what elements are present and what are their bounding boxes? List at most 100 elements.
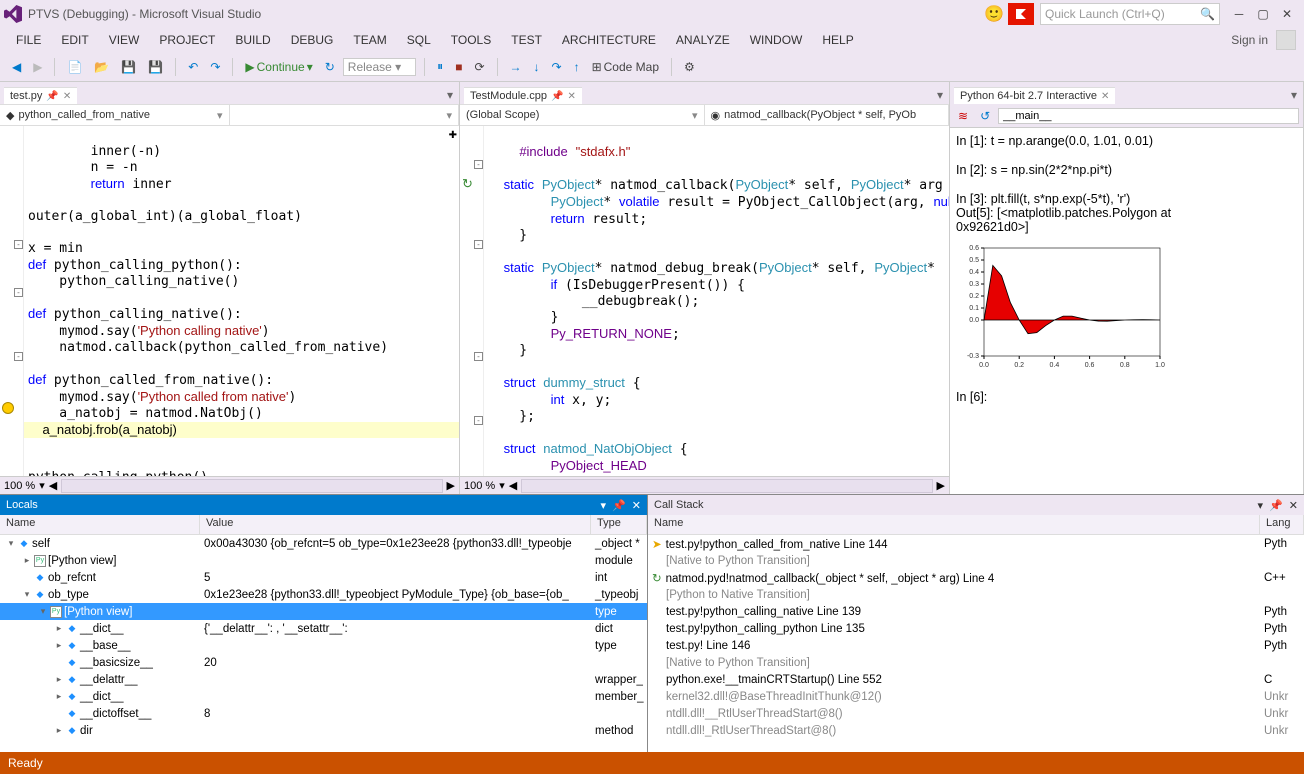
locals-row[interactable]: ▸◆__dict__member_ bbox=[0, 688, 647, 705]
code-editor-left[interactable]: ✚ inner(-n) n = -n return inner outer(a_… bbox=[0, 126, 459, 476]
tab-test-py[interactable]: test.py 📌 ✕ bbox=[4, 87, 77, 104]
menu-project[interactable]: PROJECT bbox=[151, 31, 223, 49]
menu-debug[interactable]: DEBUG bbox=[283, 31, 342, 49]
hscrollbar[interactable] bbox=[521, 479, 932, 493]
callstack-row[interactable]: kernel32.dll!@BaseThreadInitThunk@12()Un… bbox=[648, 688, 1304, 705]
locals-row[interactable]: ▾◆self0x00a43030 {ob_refcnt=5 ob_type=0x… bbox=[0, 535, 647, 552]
dropdown-icon[interactable]: ▾ bbox=[1258, 499, 1264, 512]
menu-test[interactable]: TEST bbox=[503, 31, 550, 49]
pin-icon[interactable]: 📌 bbox=[551, 91, 563, 102]
scroll-right-icon[interactable]: ▶ bbox=[937, 479, 945, 492]
show-next-stmt-button[interactable]: → bbox=[506, 58, 526, 76]
tab-dropdown-icon[interactable]: ▾ bbox=[441, 86, 459, 104]
step-over-button[interactable]: ↷ bbox=[548, 58, 566, 76]
pin-icon[interactable]: 📌 bbox=[612, 499, 626, 512]
continue-button[interactable]: ▶ Continue ▾ bbox=[241, 58, 316, 76]
menu-team[interactable]: TEAM bbox=[345, 31, 394, 49]
menu-window[interactable]: WINDOW bbox=[742, 31, 811, 49]
signin-link[interactable]: Sign in bbox=[1231, 33, 1268, 47]
tab-interactive[interactable]: Python 64-bit 2.7 Interactive ✕ bbox=[954, 87, 1115, 104]
step-into-button[interactable]: ↓ bbox=[530, 58, 544, 76]
menu-build[interactable]: BUILD bbox=[227, 31, 278, 49]
feedback-flag-button[interactable] bbox=[1008, 3, 1034, 25]
restart-button[interactable]: ↻ bbox=[321, 58, 339, 76]
locals-row[interactable]: ▾Py[Python view]type bbox=[0, 603, 647, 620]
nav-member-left[interactable]: ▾ bbox=[230, 105, 460, 125]
close-icon[interactable]: ✕ bbox=[632, 499, 641, 512]
callstack-row[interactable]: test.py!python_calling_native Line 139Py… bbox=[648, 603, 1304, 620]
pin-icon[interactable]: 📌 bbox=[1269, 499, 1283, 512]
nav-scope-mid[interactable]: (Global Scope)▾ bbox=[460, 105, 705, 125]
tab-dropdown-icon[interactable]: ▾ bbox=[1285, 86, 1303, 104]
callstack-row[interactable]: test.py! Line 146Pyth bbox=[648, 637, 1304, 654]
tab-testmodule-cpp[interactable]: TestModule.cpp 📌 ✕ bbox=[464, 87, 582, 104]
col-name[interactable]: Name bbox=[0, 515, 200, 534]
col-type[interactable]: Type bbox=[591, 515, 647, 534]
feedback-smile-icon[interactable]: 🙂 bbox=[984, 4, 1004, 24]
save-all-button[interactable]: 💾 bbox=[144, 58, 167, 76]
close-icon[interactable]: ✕ bbox=[568, 91, 576, 102]
menu-analyze[interactable]: ANALYZE bbox=[668, 31, 738, 49]
callstack-row[interactable]: test.py!python_calling_python Line 135Py… bbox=[648, 620, 1304, 637]
callstack-row[interactable]: python.exe!__tmainCRTStartup() Line 552C bbox=[648, 671, 1304, 688]
new-project-button[interactable]: 📄 bbox=[63, 58, 86, 76]
callstack-row[interactable]: ↻natmod.pyd!natmod_callback(_object * se… bbox=[648, 569, 1304, 586]
locals-row[interactable]: ◆ob_refcnt5int bbox=[0, 569, 647, 586]
menu-tools[interactable]: TOOLS bbox=[443, 31, 499, 49]
locals-grid[interactable]: ▾◆self0x00a43030 {ob_refcnt=5 ob_type=0x… bbox=[0, 535, 647, 752]
hscrollbar[interactable] bbox=[61, 479, 442, 493]
avatar[interactable] bbox=[1276, 30, 1296, 50]
scroll-left-icon[interactable]: ◀ bbox=[49, 479, 57, 492]
close-icon[interactable]: ✕ bbox=[1289, 499, 1298, 512]
interactive-repl[interactable]: In [1]: t = np.arange(0.0, 1.01, 0.01) I… bbox=[950, 128, 1303, 494]
close-icon[interactable]: ✕ bbox=[1101, 91, 1109, 102]
menu-view[interactable]: VIEW bbox=[101, 31, 148, 49]
scroll-right-icon[interactable]: ▶ bbox=[447, 479, 455, 492]
undo-button[interactable]: ↶ bbox=[184, 58, 202, 76]
maximize-button[interactable]: ▢ bbox=[1256, 7, 1270, 21]
callstack-row[interactable]: ➤test.py!python_called_from_native Line … bbox=[648, 535, 1304, 552]
locals-row[interactable]: ◆__basicsize__20 bbox=[0, 654, 647, 671]
menu-help[interactable]: HELP bbox=[814, 31, 861, 49]
close-icon[interactable]: ✕ bbox=[63, 91, 71, 102]
callstack-row[interactable]: ntdll.dll!__RtlUserThreadStart@8()Unkr bbox=[648, 705, 1304, 722]
nav-scope-left[interactable]: ◆ python_called_from_native▾ bbox=[0, 105, 230, 125]
callstack-row[interactable]: [Native to Python Transition] bbox=[648, 654, 1304, 671]
nav-fwd-button[interactable]: ▶ bbox=[29, 58, 46, 76]
scope-combo[interactable]: __main__ bbox=[998, 108, 1299, 124]
break-all-button[interactable]: ⏸ bbox=[433, 57, 447, 76]
locals-row[interactable]: ▸◆__dict__{'__delattr__': , '__setattr__… bbox=[0, 620, 647, 637]
codemap-button[interactable]: ⊞ Code Map bbox=[588, 58, 663, 76]
locals-row[interactable]: ▸◆dirmethod bbox=[0, 722, 647, 739]
reset-icon[interactable]: ≋ bbox=[954, 107, 972, 125]
menu-sql[interactable]: SQL bbox=[399, 31, 439, 49]
col-lang[interactable]: Lang bbox=[1260, 515, 1304, 534]
save-button[interactable]: 💾 bbox=[117, 58, 140, 76]
quick-launch-input[interactable]: Quick Launch (Ctrl+Q) 🔍 bbox=[1040, 3, 1220, 25]
zoom-level[interactable]: 100 % bbox=[464, 480, 495, 492]
refresh-button[interactable]: ⟳ bbox=[470, 58, 488, 76]
step-out-button[interactable]: ↑ bbox=[570, 58, 584, 76]
callstack-row[interactable]: [Native to Python Transition] bbox=[648, 552, 1304, 569]
callstack-header[interactable]: Call Stack ▾ 📌 ✕ bbox=[648, 495, 1304, 515]
dropdown-icon[interactable]: ▾ bbox=[601, 499, 607, 512]
scroll-left-icon[interactable]: ◀ bbox=[509, 479, 517, 492]
zoom-level[interactable]: 100 % bbox=[4, 480, 35, 492]
callstack-row[interactable]: ntdll.dll!_RtlUserThreadStart@8()Unkr bbox=[648, 722, 1304, 739]
close-button[interactable]: ✕ bbox=[1280, 7, 1294, 21]
stop-button[interactable]: ■ bbox=[451, 58, 466, 76]
nav-member-mid[interactable]: ◉ natmod_callback(PyObject * self, PyOb bbox=[705, 105, 950, 125]
config-combo[interactable]: Release ▾ bbox=[343, 58, 416, 76]
minimize-button[interactable]: ─ bbox=[1232, 7, 1246, 21]
redo-button[interactable]: ↷ bbox=[206, 58, 224, 76]
tab-dropdown-icon[interactable]: ▾ bbox=[931, 86, 949, 104]
more-button[interactable]: ⚙ bbox=[680, 58, 699, 76]
code-editor-mid[interactable]: #include "stdafx.h" - static PyObject* n… bbox=[460, 126, 949, 476]
locals-row[interactable]: ▸◆__delattr__wrapper_ bbox=[0, 671, 647, 688]
menu-file[interactable]: FILE bbox=[8, 31, 49, 49]
locals-row[interactable]: ▸◆__base__type bbox=[0, 637, 647, 654]
pin-icon[interactable]: 📌 bbox=[46, 91, 58, 102]
locals-row[interactable]: ◆__dictoffset__8 bbox=[0, 705, 647, 722]
menu-edit[interactable]: EDIT bbox=[53, 31, 96, 49]
locals-row[interactable]: ▸Py[Python view]module bbox=[0, 552, 647, 569]
